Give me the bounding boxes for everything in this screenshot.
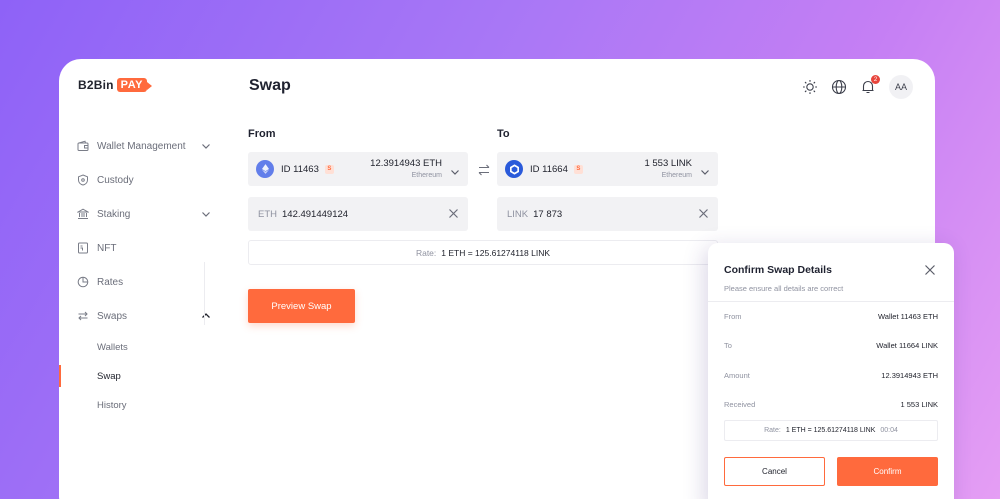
bank-icon (77, 208, 89, 220)
confirm-button[interactable]: Confirm (837, 457, 938, 486)
sun-icon[interactable] (802, 79, 818, 95)
sidebar-item-rates[interactable]: Rates (59, 265, 219, 299)
from-wallet-selector[interactable]: ID 11463 S 12.3914943 ETH Ethereum (248, 152, 468, 186)
page-title: Swap (249, 77, 291, 94)
sidebar-subitem-history[interactable]: History (59, 391, 219, 420)
chevron-down-icon[interactable] (201, 141, 211, 151)
preview-swap-button[interactable]: Preview Swap (248, 289, 355, 323)
chainlink-icon (505, 160, 523, 178)
sidebar-item-label: Staking (97, 208, 131, 220)
swap-icon (77, 310, 89, 322)
bell-icon[interactable]: 2 (860, 75, 880, 95)
submenu-divider (204, 262, 205, 325)
sidebar-subitem-swap[interactable]: Swap (59, 362, 219, 391)
to-network: Ethereum (661, 172, 692, 179)
detail-value: 1 553 LINK (900, 400, 938, 409)
modal-subtitle: Please ensure all details are correct (724, 284, 844, 293)
sidebar-subitem-wallets[interactable]: Wallets (59, 333, 219, 362)
header-actions: 2 AA (802, 75, 913, 99)
wallet-icon (77, 140, 89, 152)
from-amount-input[interactable]: 142.491449124 (282, 209, 348, 220)
sidebar-item-nft[interactable]: NFT (59, 231, 219, 265)
exchange-rate-bar: Rate: 1 ETH = 125.61274118 LINK (248, 240, 718, 265)
sidebar-item-label: Rates (97, 276, 124, 288)
from-wallet-badge: S (324, 164, 334, 174)
to-amount-field[interactable]: LINK 17 873 (497, 197, 718, 231)
from-label: From (248, 128, 276, 140)
detail-row-to: To Wallet 11664 LINK (724, 341, 938, 350)
clear-icon[interactable] (448, 208, 459, 219)
detail-key: To (724, 341, 732, 350)
notification-badge: 2 (871, 75, 880, 84)
detail-key: Received (724, 400, 756, 409)
confirm-swap-modal: Confirm Swap Details Please ensure all d… (708, 243, 954, 499)
to-label: To (497, 128, 510, 140)
shield-icon (77, 174, 89, 186)
to-wallet-selector[interactable]: ID 11664 S 1 553 LINK Ethereum (497, 152, 718, 186)
chevron-down-icon[interactable] (201, 209, 211, 219)
detail-row-amount: Amount 12.3914943 ETH (724, 371, 938, 380)
globe-icon[interactable] (831, 79, 847, 95)
from-amount-field[interactable]: ETH 142.491449124 (248, 197, 468, 231)
from-network: Ethereum (411, 172, 442, 179)
avatar[interactable]: AA (889, 75, 913, 99)
close-icon[interactable] (924, 263, 936, 275)
from-balance-amount: 12.3914943 ETH (370, 158, 442, 169)
to-amount-input[interactable]: 17 873 (533, 209, 562, 220)
ethereum-icon (256, 160, 274, 178)
swap-direction-icon[interactable] (477, 163, 491, 177)
to-balance-amount: 1 553 LINK (644, 158, 692, 169)
modal-title: Confirm Swap Details (724, 264, 832, 276)
pie-chart-icon (77, 276, 89, 288)
detail-key: From (724, 312, 742, 321)
modal-divider (708, 301, 954, 302)
sidebar-item-swaps[interactable]: Swaps (59, 299, 219, 333)
to-wallet-badge: S (573, 164, 583, 174)
nft-icon (77, 242, 89, 254)
brand-logo[interactable]: B2Bin PAY (78, 78, 153, 92)
sidebar-item-label: Custody (97, 174, 134, 186)
modal-rate-value: 1 ETH = 125.61274118 LINK (785, 427, 876, 434)
detail-value: Wallet 11664 LINK (876, 341, 938, 350)
modal-rate-bar: Rate: 1 ETH = 125.61274118 LINK 00:04 (724, 420, 938, 441)
rate-timer: 00:04 (880, 427, 898, 434)
detail-row-from: From Wallet 11463 ETH (724, 312, 938, 321)
detail-row-received: Received 1 553 LINK (724, 400, 938, 409)
to-wallet-id: ID 11664 (530, 163, 568, 175)
to-balance: 1 553 LINK Ethereum (644, 158, 692, 179)
sidebar-item-custody[interactable]: Custody (59, 163, 219, 197)
chevron-down-icon (450, 164, 460, 175)
sidebar: Wallet Management Custody Staking NFT Ra… (59, 129, 219, 420)
from-currency: ETH (258, 208, 277, 220)
sidebar-item-staking[interactable]: Staking (59, 197, 219, 231)
from-wallet-id: ID 11463 (281, 163, 319, 175)
from-balance: 12.3914943 ETH Ethereum (370, 158, 442, 179)
clear-icon[interactable] (698, 208, 709, 219)
sidebar-item-label: NFT (97, 242, 117, 254)
rate-label: Rate: (415, 247, 437, 258)
brand-badge: PAY (116, 78, 153, 92)
chevron-down-icon (700, 164, 710, 175)
detail-value: 12.3914943 ETH (881, 371, 938, 380)
cancel-button[interactable]: Cancel (724, 457, 825, 486)
sidebar-item-label: Wallet Management (97, 140, 186, 152)
rate-value: 1 ETH = 125.61274118 LINK (441, 247, 551, 258)
chevron-up-icon[interactable] (201, 311, 211, 321)
to-currency: LINK (507, 208, 529, 220)
brand-name: B2Bin (78, 78, 114, 92)
sidebar-item-label: Swaps (97, 310, 128, 322)
sidebar-item-wallet-management[interactable]: Wallet Management (59, 129, 219, 163)
detail-value: Wallet 11463 ETH (877, 312, 938, 321)
modal-rate-label: Rate: (764, 427, 781, 434)
detail-key: Amount (724, 371, 750, 380)
